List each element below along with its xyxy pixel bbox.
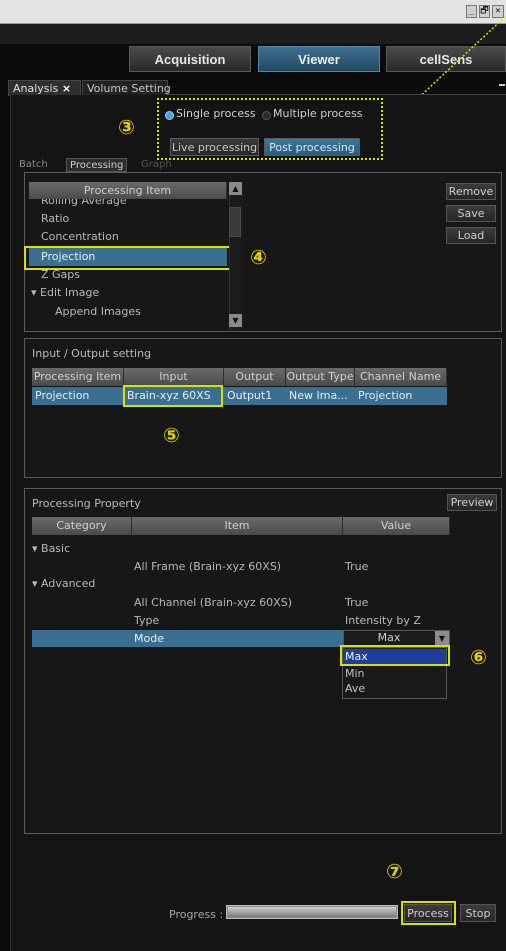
property-value[interactable]: True [345,558,368,576]
post-processing-button[interactable]: Post processing [264,138,360,156]
stop-button[interactable]: Stop [460,904,496,922]
scroll-down-icon[interactable]: ▼ [229,314,242,327]
multiple-process-label: Multiple process [273,107,363,120]
property-title: Processing Property [32,497,141,510]
tab-analysis-label: Analysis [13,82,59,95]
multiple-process-radio[interactable] [262,111,271,120]
progress-label: Progress : [169,908,224,921]
live-processing-button[interactable]: Live processing [170,138,259,156]
col-value: Value [343,517,450,535]
cell-processing-item: Projection [35,389,90,402]
list-item[interactable]: Rolling Average [41,199,127,210]
category-basic[interactable]: ▾ Basic [32,540,70,558]
nav-tab-viewer[interactable]: Viewer [258,46,380,72]
property-item: Type [134,614,160,627]
col-channel-name: Channel Name [355,368,447,386]
tab-analysis[interactable]: Analysis × [8,80,81,96]
dropdown-option-ave[interactable]: Ave [343,681,446,696]
callout-3: ③ [118,115,135,139]
property-value[interactable]: True [345,594,368,612]
save-button[interactable]: Save [446,205,496,222]
load-button[interactable]: Load [446,227,496,244]
list-scrollbar[interactable] [229,182,243,330]
panel-minimize-icon[interactable] [499,84,505,86]
list-item[interactable]: Concentration [41,228,119,246]
list-group-edit-image[interactable]: ▾ Edit Image [31,284,99,302]
col-processing-item: Processing Item [32,368,124,386]
progress-bar [226,905,398,919]
category-advanced[interactable]: ▾ Advanced [32,575,95,593]
single-process-label: Single process [176,107,256,120]
io-setting-title: Input / Output setting [32,347,152,360]
callout-5: ⑤ [163,423,180,447]
tab-close-icon[interactable]: × [62,82,71,95]
dropdown-option-min[interactable]: Min [343,666,446,681]
scroll-up-icon[interactable]: ▲ [229,182,242,195]
property-item: All Channel (Brain-xyz 60XS) [134,596,292,609]
tab-volume-setting[interactable]: Volume Setting [82,80,171,96]
callout-6: ⑥ [470,645,487,669]
list-item[interactable]: Append Images [55,303,141,321]
col-output-type: Output Type [286,368,355,386]
list-item[interactable]: Ratio [41,210,69,228]
subtab-processing[interactable]: Processing [66,158,128,172]
nav-tab-acquisition[interactable]: Acquisition [129,46,251,72]
subtab-graph[interactable]: Graph [138,158,175,172]
col-input: Input [124,368,224,386]
scroll-thumb[interactable] [229,207,241,237]
single-process-radio[interactable] [165,111,174,120]
chevron-down-icon[interactable]: ▼ [435,631,449,646]
col-category: Category [32,517,132,535]
cell-output-type: New Ima... [289,389,348,402]
progress-track [228,907,396,917]
cell-output: Output1 [227,389,273,402]
property-item: All Frame (Brain-xyz 60XS) [134,560,282,573]
processing-item-header: Processing Item [29,182,227,200]
preview-button[interactable]: Preview [447,494,497,511]
col-output: Output [224,368,286,386]
highlight-max [340,645,450,666]
subtab-batch[interactable]: Batch [16,158,51,172]
highlight-input [123,385,223,407]
property-value[interactable]: Intensity by Z [345,612,421,630]
property-row-selected[interactable] [32,630,343,647]
callout-7: ⑦ [386,859,403,883]
remove-button[interactable]: Remove [446,183,496,200]
highlight-projection [24,246,232,270]
callout-4: ④ [250,245,267,269]
cell-channel-name: Projection [358,389,413,402]
highlight-process [401,901,456,925]
col-item: Item [132,517,343,535]
property-item-mode: Mode [134,632,164,645]
